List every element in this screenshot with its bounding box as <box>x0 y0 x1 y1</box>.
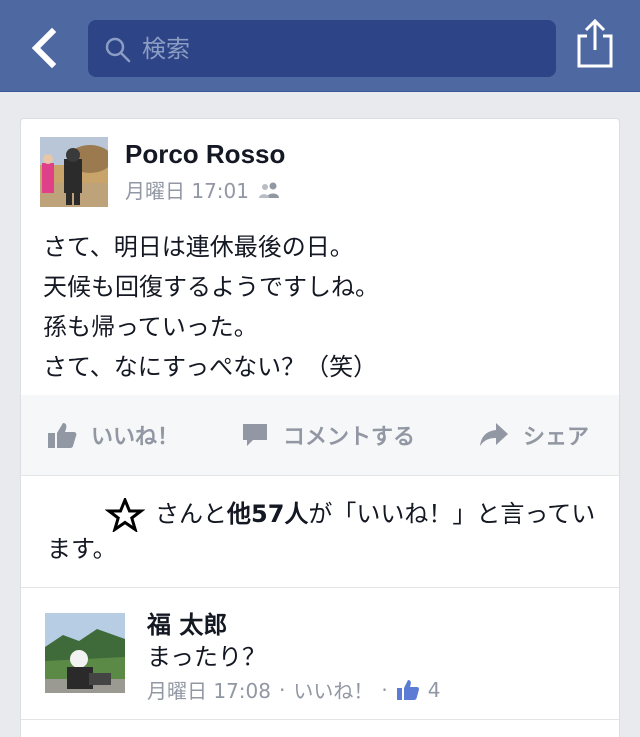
share-post-button[interactable]: シェア <box>479 395 589 475</box>
author-avatar[interactable] <box>40 137 108 207</box>
divider <box>21 475 619 476</box>
comment-icon <box>243 424 267 446</box>
comment-like-link[interactable]: いいね！ <box>293 675 373 704</box>
comment-button-label: コメントする <box>283 425 416 450</box>
share-arrow-icon <box>480 423 508 446</box>
divider <box>21 587 619 588</box>
top-nav-bar <box>0 0 640 92</box>
comment-text: まったり？ <box>147 643 267 671</box>
likes-summary[interactable]: さんと他57人が「いいね！」と言っています。 <box>47 496 607 566</box>
post-text: さて、明日は連休最後の日。 天候も回復するようですしね。 孫も帰っていった。 さ… <box>43 227 603 387</box>
post-text-line: さて、明日は連休最後の日。 <box>43 233 354 261</box>
post-action-bar: いいね！ コメントする シェア <box>21 395 619 475</box>
share-button[interactable] <box>574 18 616 70</box>
divider <box>21 719 619 720</box>
commenter-avatar[interactable] <box>45 613 125 693</box>
post-timestamp[interactable]: 月曜日 17:01 <box>125 175 249 204</box>
comment-timestamp: 月曜日 17:08 <box>147 679 271 703</box>
post-text-line: 天候も回復するようですしね。 <box>43 273 379 301</box>
likes-others-count[interactable]: 他57人 <box>227 500 308 528</box>
search-box[interactable] <box>88 20 556 77</box>
star-icon <box>104 496 146 534</box>
back-button[interactable] <box>24 26 64 70</box>
search-icon <box>105 37 131 63</box>
meta-separator: · <box>279 677 286 702</box>
chevron-left-icon <box>31 27 57 69</box>
likes-summary-prefix: さんと <box>155 500 227 528</box>
like-button-label: いいね！ <box>91 425 180 450</box>
thumbs-up-icon <box>396 679 419 700</box>
share-icon <box>577 18 613 68</box>
meta-separator: · <box>381 677 388 702</box>
post-author-name[interactable]: Porco Rosso <box>125 139 285 170</box>
share-button-label: シェア <box>523 425 590 450</box>
post-text-line: さて、なにすっぺない？（笑） <box>43 353 378 381</box>
comment-button[interactable]: コメントする <box>241 395 415 475</box>
post-text-line: 孫も帰っていった。 <box>43 313 258 341</box>
thumbs-up-icon <box>48 423 77 448</box>
friends-icon <box>259 182 279 198</box>
comment-meta: 月曜日 17:08 · いいね！ · 4 <box>147 675 440 704</box>
comment-like-count: 4 <box>427 677 441 702</box>
comment-author-name[interactable]: 福 太郎 <box>147 605 227 640</box>
like-button[interactable]: いいね！ <box>47 395 179 475</box>
post-card: Porco Rosso 月曜日 17:01 さて、明日は連休最後の日。 天候も回… <box>20 118 620 737</box>
search-input[interactable] <box>142 20 542 77</box>
post-meta: 月曜日 17:01 <box>125 175 281 204</box>
